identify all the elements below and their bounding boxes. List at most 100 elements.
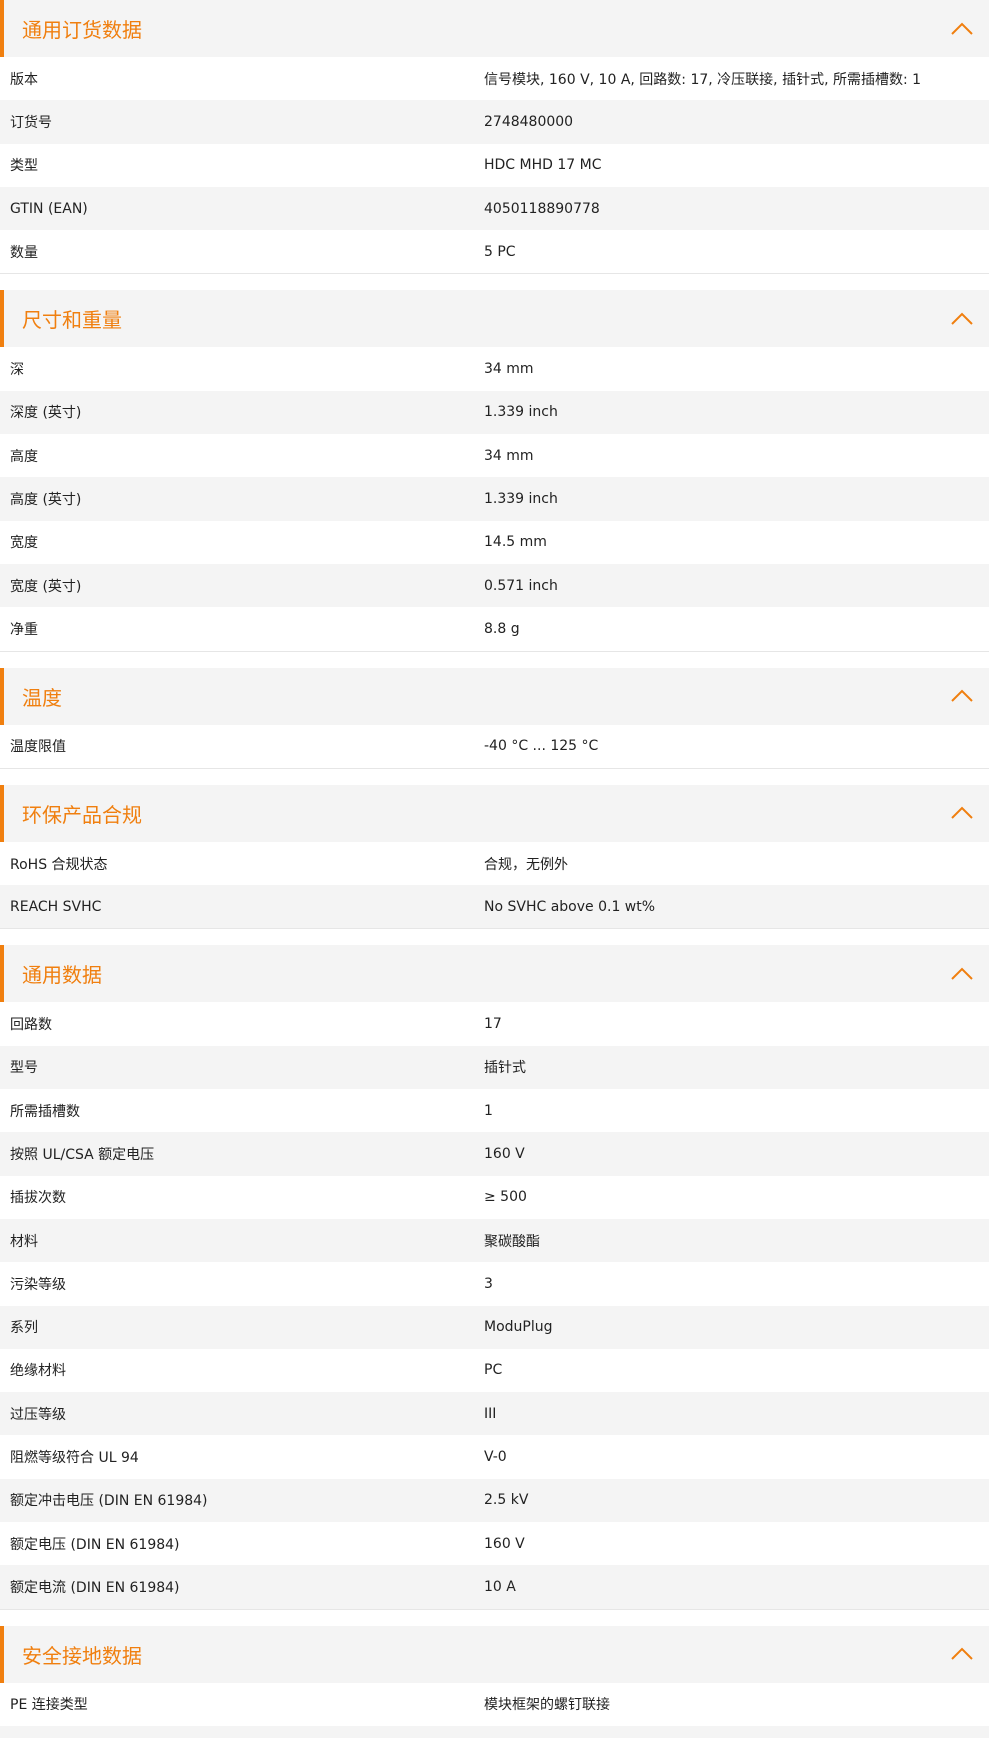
spec-value: 2.5 kV <box>484 1492 529 1509</box>
section-header[interactable]: 环保产品合规 <box>0 784 989 842</box>
section-header[interactable]: 通用订货数据 <box>0 0 989 57</box>
spec-row: 宽度 (英寸) 0.571 inch <box>0 563 989 608</box>
spec-value: 8.8 g <box>484 620 520 637</box>
spec-row: 材料 聚碳酸酯 <box>0 1218 989 1263</box>
spec-label: 插拔次数 <box>10 1190 66 1207</box>
spec-row: 系列 ModuPlug <box>0 1305 989 1349</box>
spec-value: 34 mm <box>484 447 534 464</box>
spec-value: No SVHC above 0.1 wt% <box>484 898 656 915</box>
spec-row: 额定电流 (DIN EN 61984) 10 A <box>0 1565 989 1609</box>
chevron-up-icon[interactable] <box>947 681 977 711</box>
spec-value: 模块框架的螺钉联接 <box>484 1697 610 1714</box>
section-title: 尺寸和重量 <box>22 308 122 333</box>
spec-value: HDC MHD 17 MC <box>484 157 602 174</box>
section-general-data: 通用数据 回路数 17 型号 插针式 所需插槽数 1 按照 UL/CSA 额定电压 16… <box>0 945 989 1610</box>
spec-label: 高度 <box>10 448 38 465</box>
spec-label: 宽度 (英寸) <box>10 578 82 595</box>
spec-value: ≥ 500 <box>484 1189 527 1206</box>
spec-label: 所需插槽数 <box>10 1103 80 1120</box>
spec-value: III <box>484 1405 497 1422</box>
spec-value: -40 °C ... 125 °C <box>484 738 599 755</box>
chevron-up-icon[interactable] <box>947 1639 977 1669</box>
spec-row: PE 连接类型 模块框架的螺钉联接 <box>0 1682 989 1726</box>
spec-value: PC <box>484 1362 503 1379</box>
spec-row: 型号 插针式 <box>0 1045 989 1090</box>
spec-row: 回路数 17 <box>0 1002 989 1046</box>
spec-row: 数量 5 PC <box>0 230 989 274</box>
spec-row: 额定电压 (DIN EN 61984) 160 V <box>0 1522 989 1566</box>
chevron-up-icon[interactable] <box>947 959 977 989</box>
spec-row: 订货号 2748480000 <box>0 100 989 144</box>
spec-label: 数量 <box>10 244 38 261</box>
section-header[interactable]: 温度 <box>0 667 989 725</box>
spec-label: 过压等级 <box>10 1406 66 1423</box>
spec-label: 额定冲击电压 (DIN EN 61984) <box>10 1493 208 1510</box>
spec-value: 160 V <box>484 1535 525 1552</box>
section-title: 通用数据 <box>22 963 102 988</box>
spec-row: 过压等级 III <box>0 1392 989 1436</box>
spec-label: RoHS 合规状态 <box>10 856 108 873</box>
section-header[interactable]: 安全接地数据 <box>0 1625 989 1683</box>
spec-value: 0.571 inch <box>484 577 558 594</box>
spec-label: 阻燃等级符合 UL 94 <box>10 1450 139 1467</box>
section-title: 温度 <box>22 685 62 710</box>
spec-value: 聚碳酸酯 <box>484 1233 540 1250</box>
spec-label: 型号 <box>10 1060 38 1077</box>
section-dimensions-weight: 尺寸和重量 深 34 mm 深度 (英寸) 1.339 inch 高度 34 mm 高… <box>0 290 989 652</box>
spec-value: 1.339 inch <box>484 491 558 508</box>
spec-label: 类型 <box>10 158 38 175</box>
spec-label: 额定电压 (DIN EN 61984) <box>10 1536 180 1553</box>
spec-label: 回路数 <box>10 1017 52 1034</box>
spec-label: 深度 (英寸) <box>10 405 82 422</box>
spec-label: 宽度 <box>10 535 38 552</box>
spec-row: 版本 信号模块, 160 V, 10 A, 回路数: 17, 冷压联接, 插针式,… <box>0 57 989 101</box>
spec-label: REACH SVHC <box>10 898 102 915</box>
spec-row: GTIN (EAN) 4050118890778 <box>0 186 989 231</box>
spec-value: 1 <box>484 1102 493 1119</box>
spec-label: 额定电流 (DIN EN 61984) <box>10 1579 180 1596</box>
next-row-strip <box>0 1725 989 1738</box>
spec-row: RoHS 合规状态 合规，无例外 <box>0 841 989 886</box>
spec-label: 订货号 <box>10 114 52 131</box>
spec-row: 深 34 mm <box>0 347 989 391</box>
section-header[interactable]: 通用数据 <box>0 945 989 1003</box>
spec-value: 160 V <box>484 1145 525 1162</box>
chevron-up-icon[interactable] <box>947 798 977 828</box>
section-environmental-compliance: 环保产品合规 RoHS 合规状态 合规，无例外 REACH SVHC No SVHC… <box>0 784 989 930</box>
spec-label: 按照 UL/CSA 额定电压 <box>10 1146 155 1163</box>
spec-value: 34 mm <box>484 361 534 378</box>
spec-row: 净重 8.8 g <box>0 607 989 651</box>
spec-row: 所需插槽数 1 <box>0 1089 989 1133</box>
section-temperature: 温度 温度限值 -40 °C ... 125 °C <box>0 667 989 769</box>
spec-label: 绝缘材料 <box>10 1363 66 1380</box>
section-header[interactable]: 尺寸和重量 <box>0 290 989 348</box>
spec-row: 温度限值 -40 °C ... 125 °C <box>0 724 989 768</box>
spec-row: 阻燃等级符合 UL 94 V-0 <box>0 1435 989 1479</box>
spec-value: 14.5 mm <box>484 534 547 551</box>
spec-value: 4050118890778 <box>484 200 600 217</box>
section-protective-earth-data: 安全接地数据 PE 连接类型 模块框架的螺钉联接 <box>0 1625 989 1738</box>
section-title: 安全接地数据 <box>22 1643 142 1668</box>
spec-label: 版本 <box>10 71 38 88</box>
spec-label: 深 <box>10 362 24 379</box>
chevron-up-icon[interactable] <box>947 304 977 334</box>
spec-value: 2748480000 <box>484 113 574 130</box>
spec-label: 系列 <box>10 1320 38 1337</box>
spec-row: 插拔次数 ≥ 500 <box>0 1175 989 1219</box>
chevron-up-icon[interactable] <box>947 14 977 44</box>
section-title: 环保产品合规 <box>22 802 142 827</box>
section-title: 通用订货数据 <box>22 18 142 42</box>
spec-label: 净重 <box>10 621 38 638</box>
spec-row: 高度 34 mm <box>0 434 989 478</box>
spec-row: 深度 (英寸) 1.339 inch <box>0 390 989 435</box>
spec-value: 插针式 <box>484 1060 526 1077</box>
spec-value: 信号模块, 160 V, 10 A, 回路数: 17, 冷压联接, 插针式, 所… <box>484 71 922 88</box>
spec-row: 绝缘材料 PC <box>0 1348 989 1393</box>
spec-value: 5 PC <box>484 243 516 260</box>
spec-row: 类型 HDC MHD 17 MC <box>0 143 989 187</box>
spec-value: 合规，无例外 <box>484 856 568 873</box>
spec-label: 温度限值 <box>10 739 66 756</box>
spec-row: 高度 (英寸) 1.339 inch <box>0 477 989 521</box>
spec-label: 材料 <box>10 1233 38 1250</box>
spec-label: 高度 (英寸) <box>10 492 82 509</box>
